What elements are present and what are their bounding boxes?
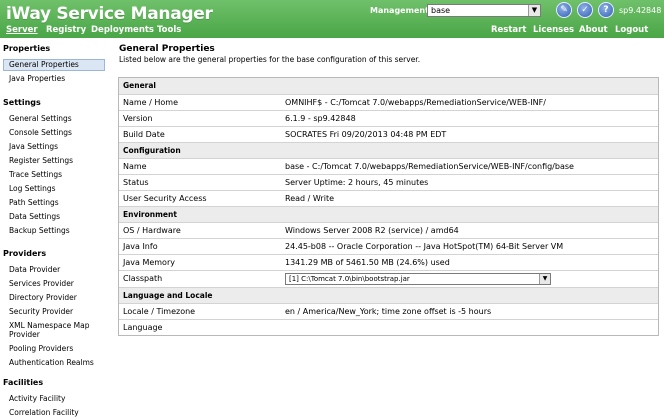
sidebar-item-console-settings[interactable]: Console Settings <box>9 128 72 137</box>
group-header-configuration: Configuration <box>119 142 658 158</box>
table-row: Build Date SOCRATES Fri 09/20/2013 04:48… <box>119 126 658 142</box>
table-row: Classpath [1] C:\Tomcat 7.0\bin\bootstra… <box>119 270 658 287</box>
check-icon[interactable]: ✓ <box>577 2 593 18</box>
sidebar-item-java-properties[interactable]: Java Properties <box>9 74 65 83</box>
group-title: General <box>123 81 156 90</box>
sidebar-item-java-settings[interactable]: Java Settings <box>9 142 58 151</box>
group-title: Language and Locale <box>123 291 213 300</box>
row-label: User Security Access <box>123 194 207 203</box>
row-value: en / America/New_York; time zone offset … <box>285 307 492 316</box>
nav-restart[interactable]: Restart <box>491 25 526 35</box>
nav-tools[interactable]: Tools <box>157 25 181 35</box>
table-row: OS / Hardware Windows Server 2008 R2 (se… <box>119 222 658 238</box>
table-row: Name base - C:/Tomcat 7.0/webapps/Remedi… <box>119 158 658 174</box>
sidebar-item-trace-settings[interactable]: Trace Settings <box>9 170 62 179</box>
row-label: Locale / Timezone <box>123 307 196 316</box>
chevron-down-icon[interactable]: ▼ <box>528 5 540 16</box>
row-value: OMNIHF$ - C:/Tomcat 7.0/webapps/Remediat… <box>285 98 546 107</box>
sidebar-item-services-provider[interactable]: Services Provider <box>9 279 74 288</box>
group-title: Configuration <box>123 146 181 155</box>
sidebar: Properties General Properties Java Prope… <box>0 38 110 419</box>
sidebar-section-facilities: Facilities <box>3 378 44 387</box>
nav-logout[interactable]: Logout <box>615 25 648 35</box>
table-row: Java Info 24.45-b08 -- Oracle Corporatio… <box>119 238 658 254</box>
row-value: Windows Server 2008 R2 (service) / amd64 <box>285 226 459 235</box>
nav-registry[interactable]: Registry <box>46 25 86 35</box>
row-label: Language <box>123 323 163 332</box>
sidebar-item-data-settings[interactable]: Data Settings <box>9 212 60 221</box>
sidebar-item-path-settings[interactable]: Path Settings <box>9 198 59 207</box>
row-label: Version <box>123 114 153 123</box>
sidebar-item-security-provider[interactable]: Security Provider <box>9 307 73 316</box>
sidebar-section-providers: Providers <box>3 249 47 258</box>
management-label: Management <box>370 6 429 15</box>
sidebar-item-directory-provider[interactable]: Directory Provider <box>9 293 77 302</box>
page-subtitle: Listed below are the general properties … <box>119 55 421 64</box>
help-icon[interactable]: ? <box>598 2 614 18</box>
row-label: Classpath <box>123 274 163 283</box>
sidebar-item-data-provider[interactable]: Data Provider <box>9 265 60 274</box>
row-label: Name <box>123 162 147 171</box>
row-label: Name / Home <box>123 98 179 107</box>
row-label: Java Info <box>123 242 158 251</box>
row-label: OS / Hardware <box>123 226 181 235</box>
nav-deployments[interactable]: Deployments <box>91 25 154 35</box>
table-row: User Security Access Read / Write <box>119 190 658 206</box>
table-row: Name / Home OMNIHF$ - C:/Tomcat 7.0/weba… <box>119 94 658 110</box>
row-value: 6.1.9 - sp9.42848 <box>285 114 356 123</box>
group-header-environment: Environment <box>119 206 658 222</box>
properties-table: General Name / Home OMNIHF$ - C:/Tomcat … <box>118 77 659 336</box>
table-row: Locale / Timezone en / America/New_York;… <box>119 303 658 319</box>
sidebar-item-authentication-realms[interactable]: Authentication Realms <box>9 358 94 367</box>
nav-about[interactable]: About <box>579 25 608 35</box>
sidebar-section-properties: Properties <box>3 44 51 53</box>
sidebar-item-correlation-facility[interactable]: Correlation Facility <box>9 408 79 417</box>
row-value: SOCRATES Fri 09/20/2013 04:48 PM EDT <box>285 130 447 139</box>
sidebar-item-activity-facility[interactable]: Activity Facility <box>9 394 65 403</box>
row-value: Read / Write <box>285 194 335 203</box>
sidebar-item-register-settings[interactable]: Register Settings <box>9 156 73 165</box>
table-row: Language <box>119 319 658 335</box>
chevron-down-icon[interactable]: ▼ <box>539 274 550 284</box>
sidebar-item-xml-namespace-map-cont[interactable]: Provider <box>9 330 40 339</box>
row-value: Server Uptime: 2 hours, 45 minutes <box>285 178 429 187</box>
row-value: 1341.29 MB of 5461.50 MB (24.6%) used <box>285 258 450 267</box>
sidebar-item-xml-namespace-map[interactable]: XML Namespace Map <box>9 321 90 330</box>
classpath-select-value: [1] C:\Tomcat 7.0\bin\bootstrap.jar <box>289 275 410 283</box>
management-select[interactable]: base ▼ <box>427 4 541 17</box>
management-select-value: base <box>431 6 451 15</box>
page-title: General Properties <box>119 44 215 54</box>
app-brand: iWay Service Manager <box>6 4 213 24</box>
sidebar-item-general-settings[interactable]: General Settings <box>9 114 72 123</box>
row-value: 24.45-b08 -- Oracle Corporation -- Java … <box>285 242 564 251</box>
table-row: Status Server Uptime: 2 hours, 45 minute… <box>119 174 658 190</box>
sidebar-item-pooling-providers[interactable]: Pooling Providers <box>9 344 73 353</box>
nav-licenses[interactable]: Licenses <box>533 25 574 35</box>
table-row: Java Memory 1341.29 MB of 5461.50 MB (24… <box>119 254 658 270</box>
sidebar-section-settings: Settings <box>3 98 41 107</box>
row-label: Status <box>123 178 149 187</box>
sidebar-item-general-properties[interactable]: General Properties <box>3 59 105 71</box>
table-row: Version 6.1.9 - sp9.42848 <box>119 110 658 126</box>
row-label: Build Date <box>123 130 165 139</box>
edit-icon[interactable]: ✎ <box>556 2 572 18</box>
sidebar-item-log-settings[interactable]: Log Settings <box>9 184 56 193</box>
top-header: iWay Service Manager Management base ▼ ✎… <box>0 0 664 38</box>
row-value: base - C:/Tomcat 7.0/webapps/Remediation… <box>285 162 574 171</box>
group-header-language-locale: Language and Locale <box>119 287 658 303</box>
row-label: Java Memory <box>123 258 175 267</box>
sidebar-item-backup-settings[interactable]: Backup Settings <box>9 226 70 235</box>
group-title: Environment <box>123 210 177 219</box>
version-label: sp9.42848 <box>619 6 662 15</box>
group-header-general: General <box>119 78 658 94</box>
nav-server[interactable]: Server <box>6 25 38 35</box>
classpath-select[interactable]: [1] C:\Tomcat 7.0\bin\bootstrap.jar ▼ <box>285 273 551 285</box>
